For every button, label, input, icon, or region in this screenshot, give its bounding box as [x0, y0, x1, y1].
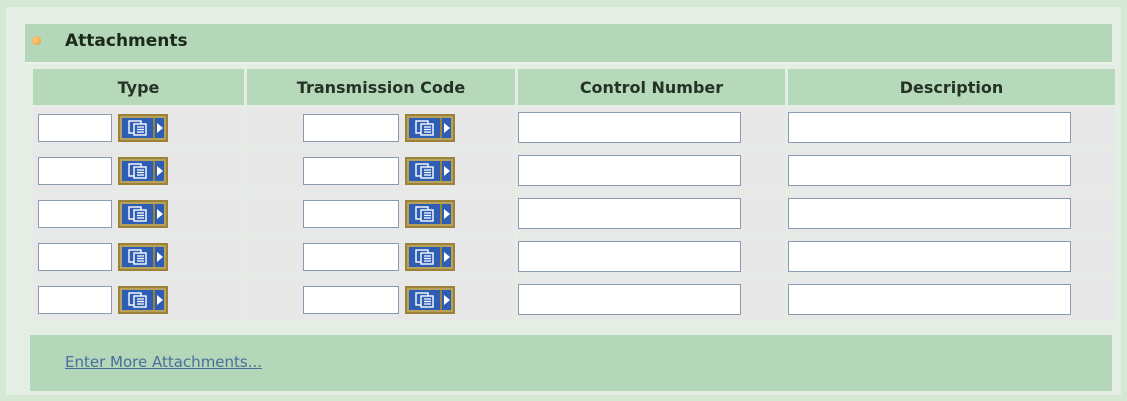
description-cell	[788, 150, 1115, 191]
transmission-code-lookup-button[interactable]	[405, 156, 455, 185]
description-cell	[788, 279, 1115, 320]
transmission-code-input[interactable]	[303, 242, 399, 271]
type-lookup-button[interactable]	[118, 113, 168, 142]
lookup-list-icon	[409, 289, 442, 310]
control-number-input[interactable]	[518, 241, 741, 272]
transmission-code-cell	[247, 193, 515, 234]
control-number-cell	[518, 193, 785, 234]
type-cell	[33, 236, 244, 277]
description-cell	[788, 236, 1115, 277]
transmission-code-input[interactable]	[303, 113, 399, 142]
transmission-code-cell	[247, 150, 515, 191]
lookup-list-icon	[122, 246, 155, 267]
column-header-type: Type	[33, 69, 244, 105]
right-arrow-icon	[155, 117, 164, 138]
lookup-list-icon	[409, 160, 442, 181]
bullet-icon	[32, 36, 41, 45]
attachments-table: Type Transmission Code Control Number De…	[30, 67, 1118, 322]
table-header-row: Type Transmission Code Control Number De…	[33, 69, 1115, 105]
right-arrow-icon	[155, 160, 164, 181]
lookup-list-icon	[122, 289, 155, 310]
type-input[interactable]	[38, 113, 112, 142]
column-header-description: Description	[788, 69, 1115, 105]
lookup-list-icon	[409, 203, 442, 224]
control-number-cell	[518, 150, 785, 191]
type-cell	[33, 193, 244, 234]
control-number-input[interactable]	[518, 284, 741, 315]
enter-more-attachments-link[interactable]: Enter More Attachments...	[65, 353, 262, 371]
description-input[interactable]	[788, 284, 1071, 315]
transmission-code-cell	[247, 107, 515, 148]
type-cell	[33, 150, 244, 191]
type-lookup-button[interactable]	[118, 199, 168, 228]
transmission-code-lookup-button[interactable]	[405, 199, 455, 228]
column-header-control-number: Control Number	[518, 69, 785, 105]
control-number-input[interactable]	[518, 198, 741, 229]
right-arrow-icon	[442, 117, 451, 138]
table-row	[33, 193, 1115, 234]
lookup-list-icon	[122, 203, 155, 224]
right-arrow-icon	[442, 203, 451, 224]
type-input[interactable]	[38, 242, 112, 271]
transmission-code-lookup-button[interactable]	[405, 242, 455, 271]
right-arrow-icon	[155, 246, 164, 267]
description-input[interactable]	[788, 241, 1071, 272]
type-input[interactable]	[38, 199, 112, 228]
description-cell	[788, 107, 1115, 148]
description-cell	[788, 193, 1115, 234]
type-cell	[33, 279, 244, 320]
transmission-code-input[interactable]	[303, 285, 399, 314]
type-lookup-button[interactable]	[118, 242, 168, 271]
section-header: Attachments	[25, 24, 1112, 64]
control-number-cell	[518, 107, 785, 148]
type-cell	[33, 107, 244, 148]
control-number-input[interactable]	[518, 112, 741, 143]
lookup-list-icon	[409, 246, 442, 267]
type-input[interactable]	[38, 156, 112, 185]
table-row	[33, 279, 1115, 320]
column-header-transmission-code: Transmission Code	[247, 69, 515, 105]
type-lookup-button[interactable]	[118, 285, 168, 314]
type-input[interactable]	[38, 285, 112, 314]
description-input[interactable]	[788, 198, 1071, 229]
transmission-code-lookup-button[interactable]	[405, 285, 455, 314]
section-title: Attachments	[65, 31, 188, 51]
control-number-input[interactable]	[518, 155, 741, 186]
transmission-code-cell	[247, 236, 515, 277]
transmission-code-lookup-button[interactable]	[405, 113, 455, 142]
description-input[interactable]	[788, 155, 1071, 186]
transmission-code-input[interactable]	[303, 199, 399, 228]
right-arrow-icon	[442, 246, 451, 267]
table-row	[33, 150, 1115, 191]
description-input[interactable]	[788, 112, 1071, 143]
transmission-code-input[interactable]	[303, 156, 399, 185]
transmission-code-cell	[247, 279, 515, 320]
lookup-list-icon	[122, 117, 155, 138]
table-footer: Enter More Attachments...	[30, 335, 1112, 391]
lookup-list-icon	[409, 117, 442, 138]
control-number-cell	[518, 279, 785, 320]
lookup-list-icon	[122, 160, 155, 181]
type-lookup-button[interactable]	[118, 156, 168, 185]
right-arrow-icon	[442, 289, 451, 310]
right-arrow-icon	[442, 160, 451, 181]
right-arrow-icon	[155, 203, 164, 224]
right-arrow-icon	[155, 289, 164, 310]
table-row	[33, 107, 1115, 148]
control-number-cell	[518, 236, 785, 277]
table-row	[33, 236, 1115, 277]
